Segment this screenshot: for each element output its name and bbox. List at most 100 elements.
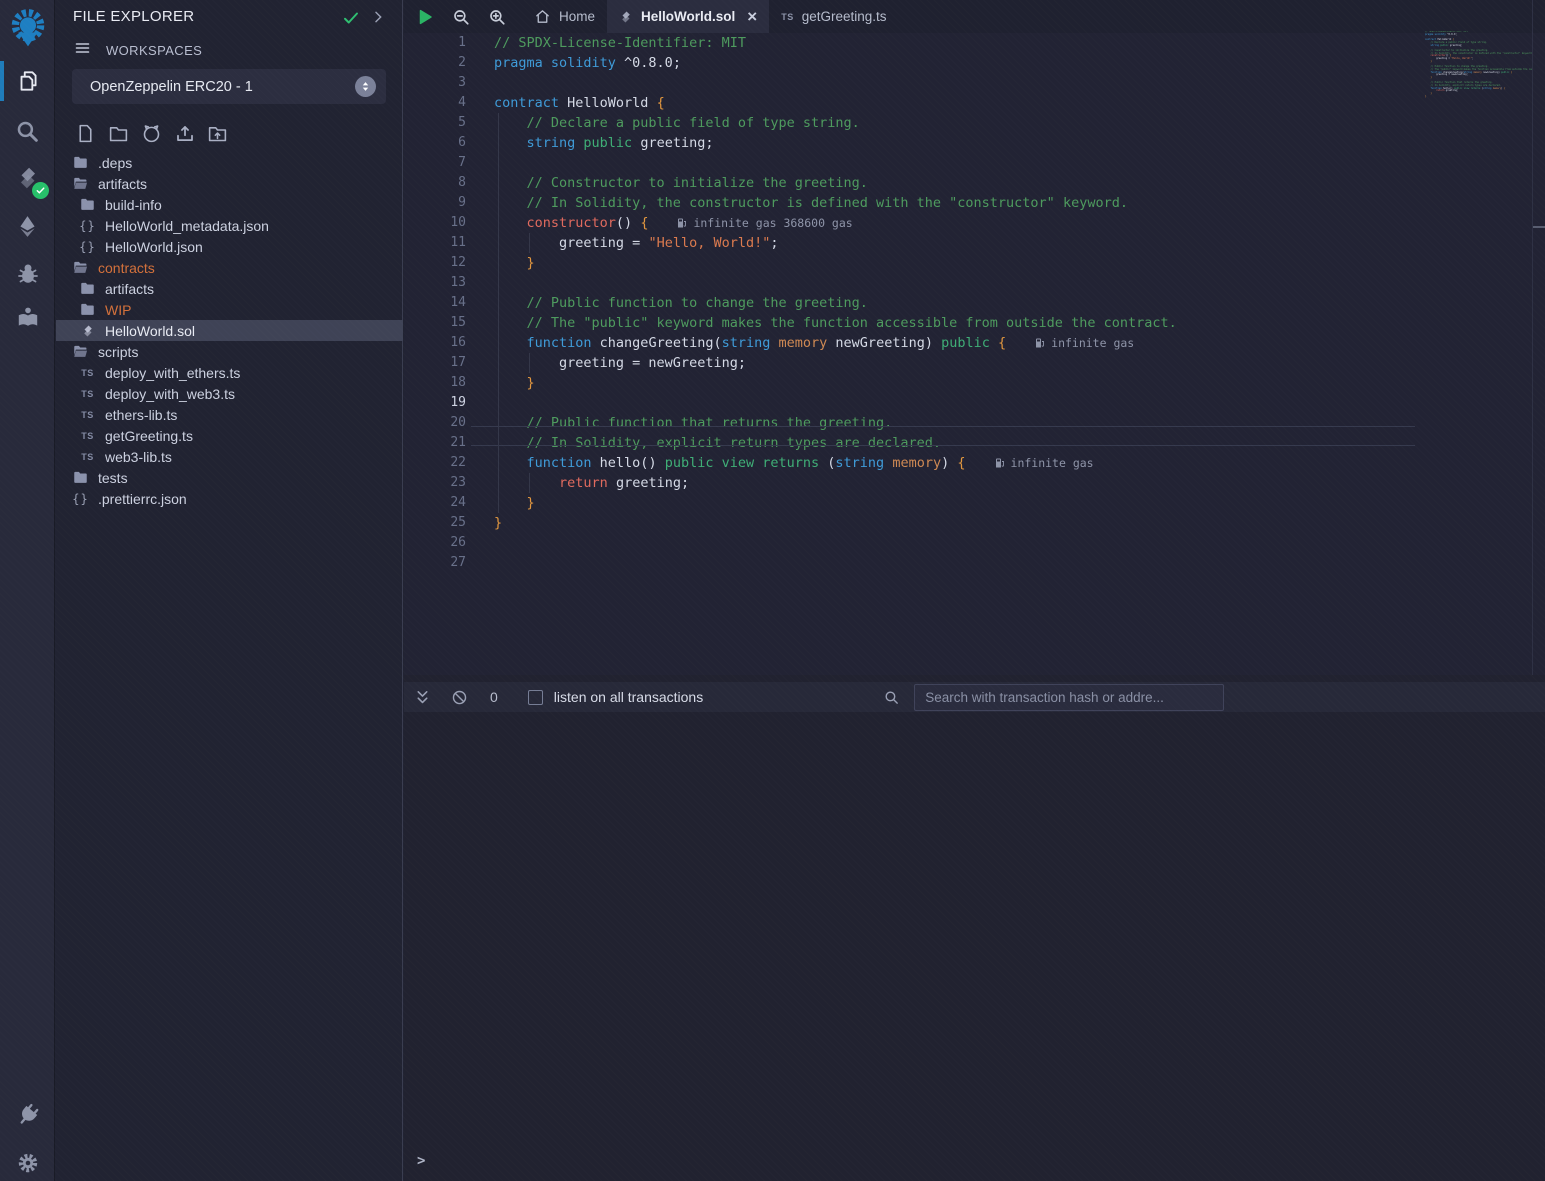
minimap[interactable]: // SPDX-License-Identifier: MITpragma so… (1425, 31, 1532, 111)
code-line[interactable]: 10 constructor() {infinite gas 368600 ga… (404, 213, 1545, 233)
code-text: constructor() { (494, 213, 648, 233)
home-icon (534, 8, 551, 25)
line-number: 21 (404, 433, 466, 453)
transaction-search-input[interactable] (914, 684, 1224, 711)
remix-logo[interactable] (0, 5, 55, 51)
line-number: 1 (404, 33, 466, 53)
code-text: // The "public" keyword makes the functi… (494, 313, 1177, 333)
code-line[interactable]: 23 return greeting; (404, 473, 1545, 493)
tree-item-scripts[interactable]: scripts (56, 341, 403, 362)
code-line[interactable]: 27 (404, 553, 1545, 573)
tree-item-deploy-with-web3-ts[interactable]: TSdeploy_with_web3.ts (56, 383, 403, 404)
code-line[interactable]: 25} (404, 513, 1545, 533)
json-file-icon: {} (72, 492, 89, 506)
code-line[interactable]: 21 // In Solidity, explicit return types… (404, 433, 1545, 453)
tree-item-artifacts[interactable]: artifacts (56, 278, 403, 299)
tree-item-artifacts[interactable]: artifacts (56, 173, 403, 194)
code-line[interactable]: 14 // Public function to change the gree… (404, 293, 1545, 313)
settings-icon[interactable] (0, 1140, 55, 1181)
code-line[interactable]: 9 // In Solidity, the constructor is def… (404, 193, 1545, 213)
solidity-compiler-icon[interactable] (0, 155, 55, 201)
tree-item-build-info[interactable]: build-info (56, 194, 403, 215)
code-line[interactable]: 24 } (404, 493, 1545, 513)
code-line[interactable]: 11 greeting = "Hello, World!"; (404, 233, 1545, 253)
tree-item-helloworld-sol[interactable]: HelloWorld.sol (56, 320, 403, 341)
code-text: } (494, 373, 535, 393)
zoom-out-icon[interactable] (452, 8, 470, 26)
code-line[interactable]: 19 (404, 393, 1545, 413)
debugger-icon[interactable] (0, 250, 55, 296)
code-line[interactable]: 1// SPDX-License-Identifier: MIT (404, 33, 1545, 53)
code-line[interactable]: 8 // Constructor to initialize the greet… (404, 173, 1545, 193)
zoom-in-icon[interactable] (488, 8, 506, 26)
code-line[interactable]: 7 (404, 153, 1545, 173)
code-text: function changeGreeting(string memory ne… (494, 333, 1006, 353)
search-icon[interactable] (0, 108, 55, 154)
line-number: 19 (404, 393, 466, 413)
chevron-right-icon[interactable] (370, 9, 386, 30)
tree-item-tests[interactable]: tests (56, 467, 403, 488)
tree-item-helloworld-json[interactable]: {}HelloWorld.json (56, 236, 403, 257)
line-number: 3 (404, 73, 466, 93)
code-line[interactable]: 2pragma solidity ^0.8.0; (404, 53, 1545, 73)
listen-transactions-checkbox[interactable] (528, 690, 543, 705)
typescript-file-icon: TS (79, 389, 96, 399)
code-line[interactable]: 15 // The "public" keyword makes the fun… (404, 313, 1545, 333)
json-file-icon: {} (79, 240, 96, 254)
line-number: 7 (404, 153, 466, 173)
tree-item-label: getGreeting.ts (105, 428, 193, 444)
line-number: 9 (404, 193, 466, 213)
new-file-icon[interactable] (73, 121, 98, 146)
code-line[interactable]: 16 function changeGreeting(string memory… (404, 333, 1545, 353)
upload-folder-icon[interactable] (205, 121, 230, 146)
code-line[interactable]: 12 } (404, 253, 1545, 273)
code-line[interactable]: 26 (404, 533, 1545, 553)
tree-item-contracts[interactable]: contracts (56, 257, 403, 278)
tree-item-web3-lib-ts[interactable]: TSweb3-lib.ts (56, 446, 403, 467)
deploy-run-icon[interactable] (0, 203, 55, 249)
tree-item-ethers-lib-ts[interactable]: TSethers-lib.ts (56, 404, 403, 425)
tab-home[interactable]: Home (522, 0, 607, 33)
tree-item-getgreeting-ts[interactable]: TSgetGreeting.ts (56, 425, 403, 446)
collapse-terminal-icon[interactable] (414, 689, 431, 706)
folder-open-icon (72, 344, 89, 359)
tree-item-wip[interactable]: WIP (56, 299, 403, 320)
tab-label: Home (559, 9, 595, 24)
file-explorer-icon[interactable] (0, 58, 55, 104)
github-icon[interactable] (139, 121, 164, 146)
tree-item-label: web3-lib.ts (105, 449, 172, 465)
tree-item-helloworld-metadata-json[interactable]: {}HelloWorld_metadata.json (56, 215, 403, 236)
workspace-select[interactable]: OpenZeppelin ERC20 - 1 (72, 69, 386, 104)
code-line[interactable]: 22 function hello() public view returns … (404, 453, 1545, 473)
tree-item--prettierrc-json[interactable]: {}.prettierrc.json (56, 488, 403, 509)
tree-item-label: .deps (98, 155, 132, 171)
scrollbar-thumb[interactable] (1533, 226, 1545, 228)
tree-item-label: artifacts (105, 281, 154, 297)
code-line[interactable]: 18 } (404, 373, 1545, 393)
code-line[interactable]: 20 // Public function that returns the g… (404, 413, 1545, 433)
tree-item--deps[interactable]: .deps (56, 152, 403, 173)
code-line[interactable]: 3 (404, 73, 1545, 93)
tree-item-deploy-with-ethers-ts[interactable]: TSdeploy_with_ethers.ts (56, 362, 403, 383)
code-line[interactable]: 4contract HelloWorld { (404, 93, 1545, 113)
tab-getgreeting-ts[interactable]: TSgetGreeting.ts (769, 0, 898, 33)
hamburger-menu-icon[interactable] (73, 40, 92, 61)
learneth-icon[interactable] (0, 295, 55, 341)
code-line[interactable]: 6 string public greeting; (404, 133, 1545, 153)
code-line[interactable]: 13 (404, 273, 1545, 293)
code-editor[interactable]: 1// SPDX-License-Identifier: MIT2pragma … (404, 33, 1545, 675)
tab-helloworld-sol[interactable]: HelloWorld.sol× (607, 0, 769, 33)
upload-file-icon[interactable] (172, 121, 197, 146)
folder-closed-icon (72, 155, 89, 170)
new-folder-icon[interactable] (106, 121, 131, 146)
workspace-name: OpenZeppelin ERC20 - 1 (90, 79, 355, 95)
close-tab-icon[interactable]: × (747, 8, 757, 25)
line-number: 25 (404, 513, 466, 533)
code-line[interactable]: 17 greeting = newGreeting; (404, 353, 1545, 373)
play-icon[interactable] (416, 8, 434, 26)
plugin-manager-icon[interactable] (0, 1092, 55, 1138)
code-line[interactable]: 5 // Declare a public field of type stri… (404, 113, 1545, 133)
clear-console-icon[interactable] (451, 689, 468, 706)
line-number: 18 (404, 373, 466, 393)
folder-closed-icon (79, 281, 96, 296)
